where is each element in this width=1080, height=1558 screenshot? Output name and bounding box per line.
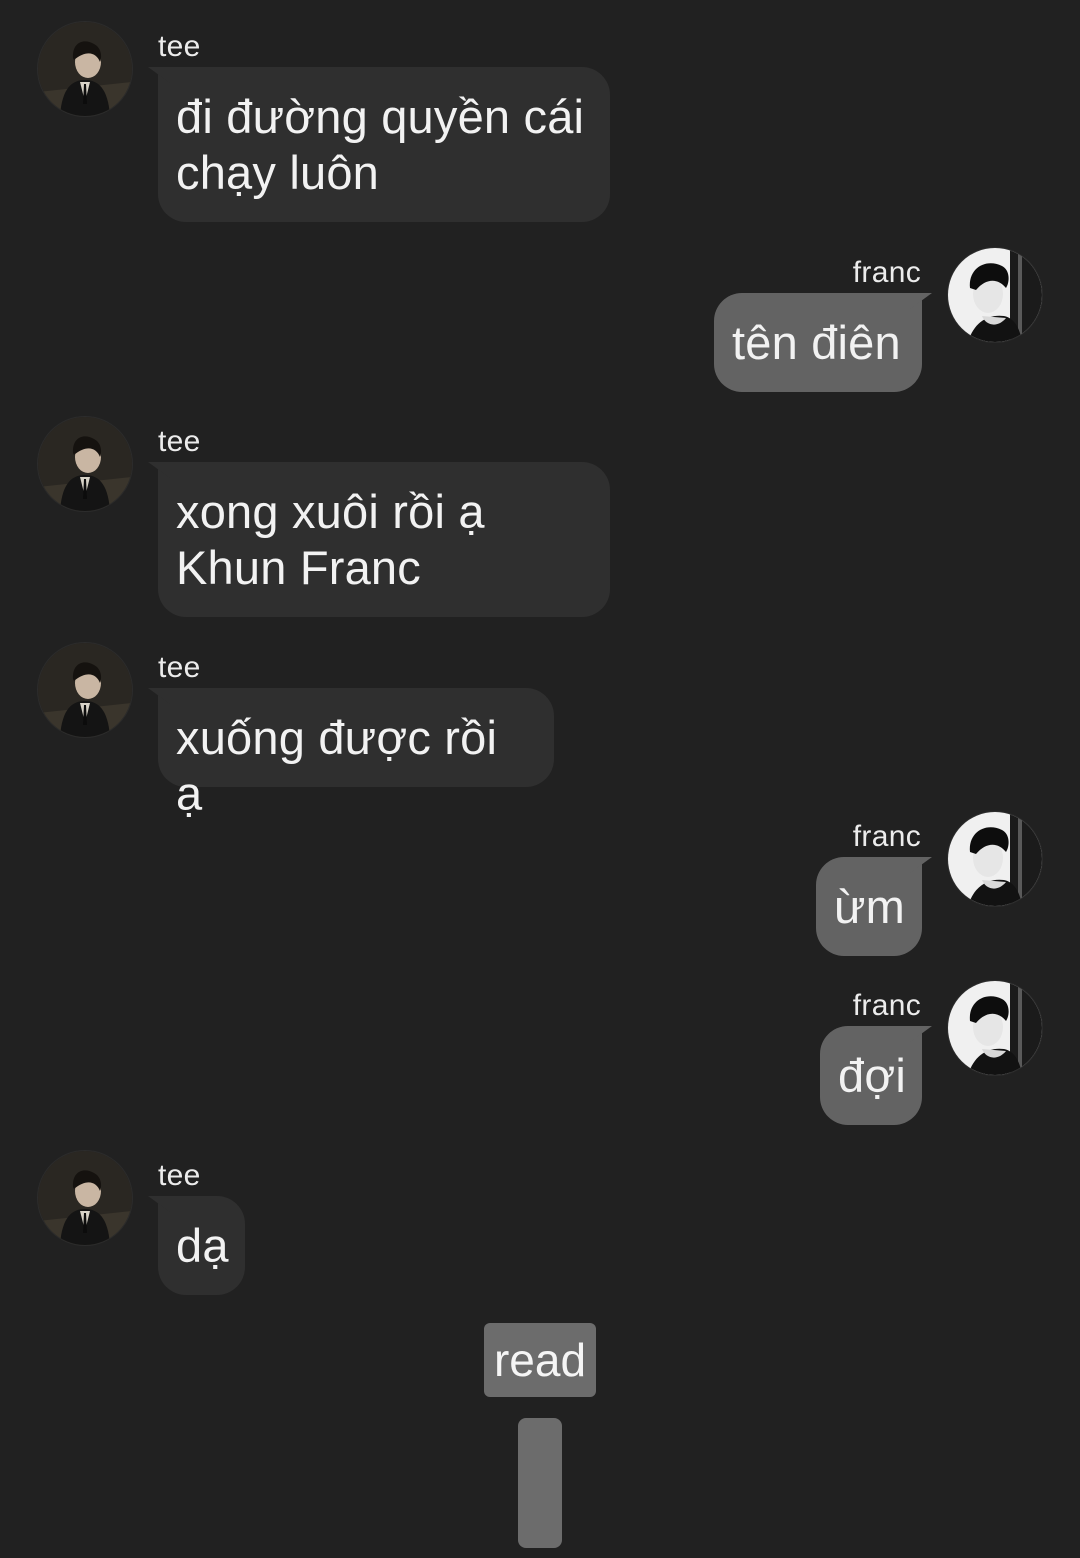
profile-photo-tee-icon	[38, 22, 132, 116]
message-bubble[interactable]: đi đường quyền cái chạy luôn	[158, 67, 610, 222]
sender-name: tee	[158, 425, 201, 458]
message-bubble[interactable]: tên điên	[714, 293, 922, 392]
message-bubble[interactable]: xong xuôi rồi ạ Khun Franc	[158, 462, 610, 617]
profile-photo-franc-icon	[948, 981, 1042, 1075]
read-receipt-badge: read	[484, 1323, 596, 1397]
sender-name: franc	[852, 820, 921, 853]
profile-photo-franc-icon	[948, 248, 1042, 342]
scroll-handle[interactable]	[518, 1418, 562, 1548]
avatar-franc[interactable]	[948, 812, 1042, 906]
avatar-tee[interactable]	[38, 22, 132, 116]
avatar-tee[interactable]	[38, 417, 132, 511]
sender-name: franc	[852, 989, 921, 1022]
avatar-franc[interactable]	[948, 981, 1042, 1075]
profile-photo-tee-icon	[38, 1151, 132, 1245]
message-bubble[interactable]: xuống được rồi ạ	[158, 688, 554, 820]
sender-name: franc	[852, 256, 921, 289]
profile-photo-tee-icon	[38, 643, 132, 737]
avatar-tee[interactable]	[38, 643, 132, 737]
profile-photo-franc-icon	[948, 812, 1042, 906]
avatar-tee[interactable]	[38, 1151, 132, 1245]
sender-name: tee	[158, 30, 201, 63]
chat-thread[interactable]: tee đi đường quyền cái chạy luôn franc t…	[0, 0, 1080, 1558]
avatar-franc[interactable]	[948, 248, 1042, 342]
profile-photo-tee-icon	[38, 417, 132, 511]
message-bubble[interactable]: dạ	[158, 1196, 245, 1295]
sender-name: tee	[158, 651, 201, 684]
message-bubble[interactable]: ừm	[816, 857, 922, 956]
message-bubble[interactable]: đợi	[820, 1026, 922, 1125]
sender-name: tee	[158, 1159, 201, 1192]
